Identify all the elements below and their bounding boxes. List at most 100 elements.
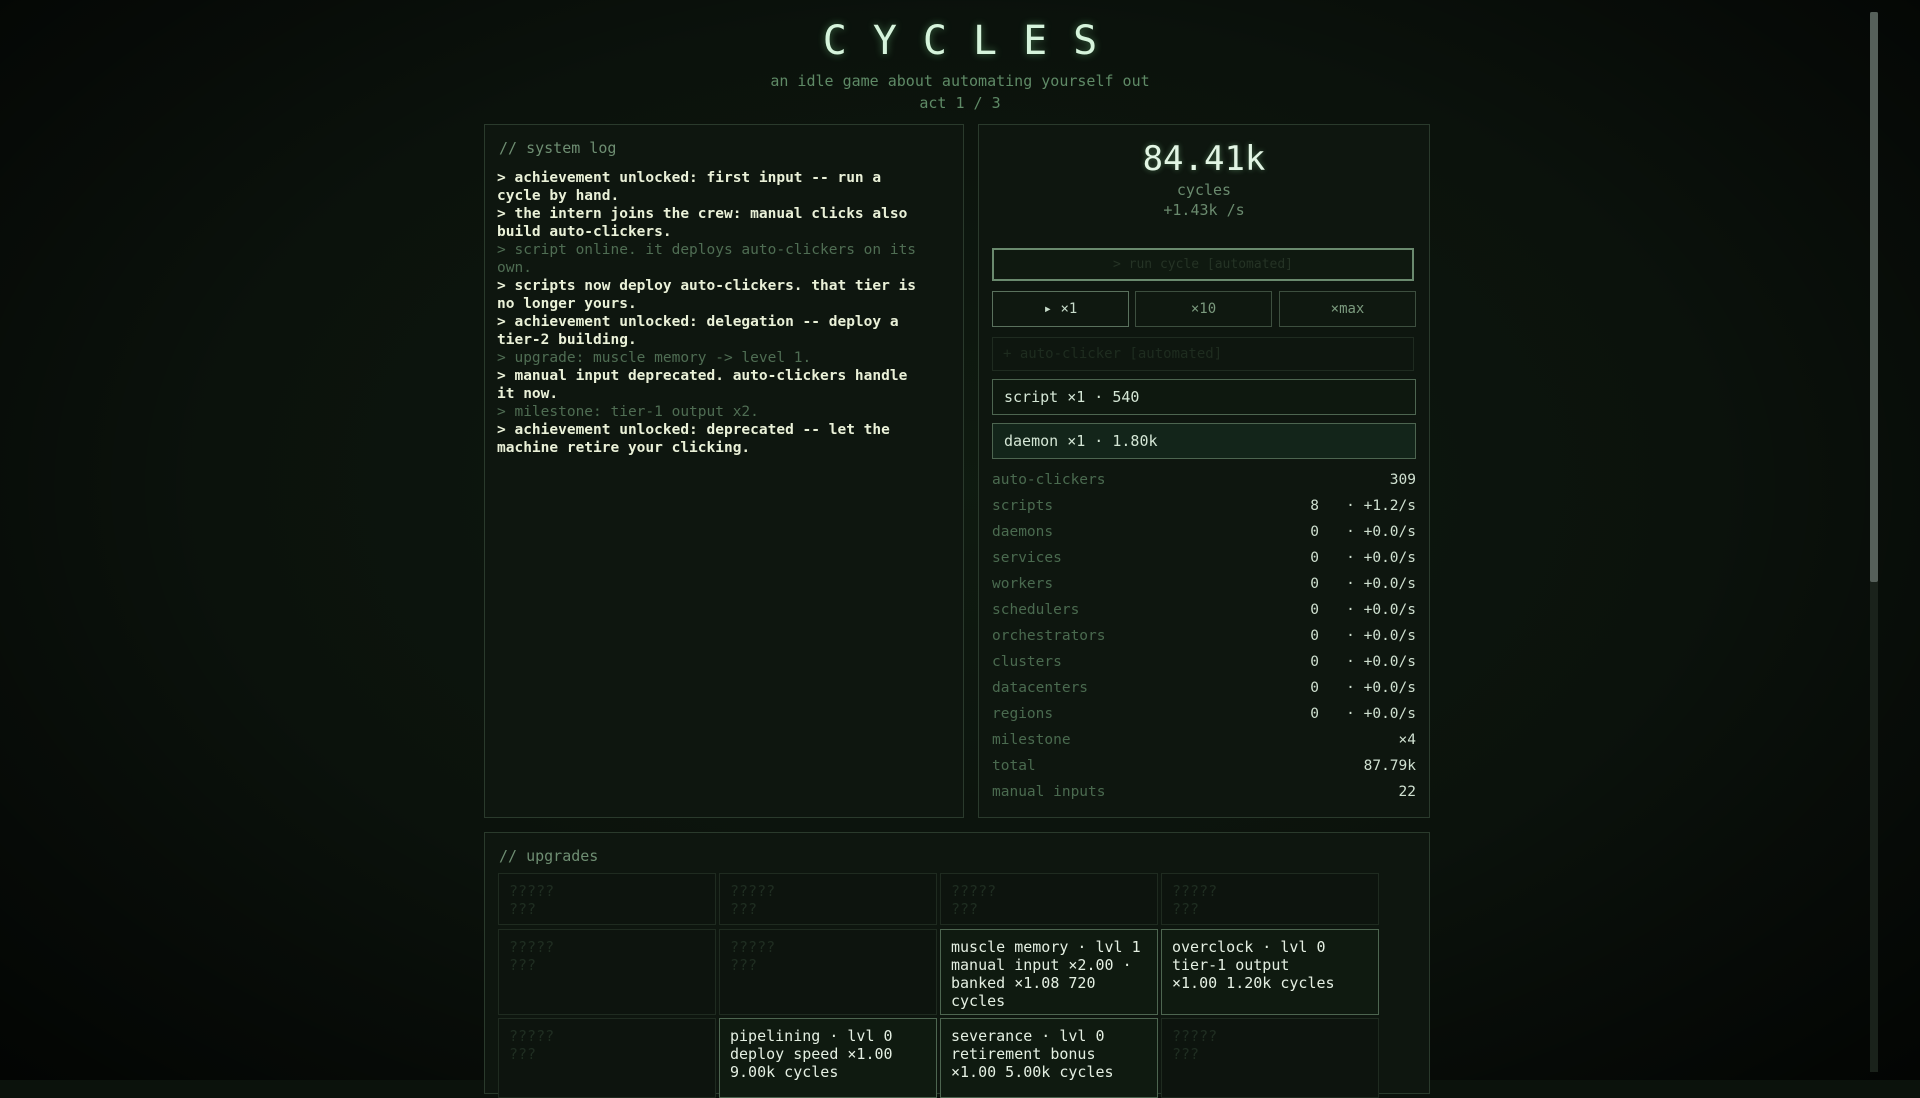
log-line: build auto-clickers. <box>497 224 672 240</box>
stat-name: orchestrators <box>992 628 1106 644</box>
cycles-rate: +1.43k /s <box>1163 201 1245 219</box>
game-header: CYCLES an idle game about automating you… <box>0 0 1920 112</box>
resource-stats-list: auto-clickers 309 scripts 8 · +1.2/s daemons 0… <box>992 469 1416 807</box>
upgrade-card-locked: ????? ??? <box>940 873 1158 925</box>
stat-row: services 0 · +0.0/s <box>992 547 1416 573</box>
stat-rate: · +0.0/s <box>1346 602 1416 618</box>
log-line: machine retire your clicking. <box>497 440 751 456</box>
stat-value: 22 <box>1398 784 1416 800</box>
upgrade-card-locked: ????? ??? <box>1161 873 1379 925</box>
upgrade-card[interactable]: severance · lvl 0 retirement bonus ×1.00… <box>940 1018 1158 1098</box>
upgrades-title: // upgrades <box>499 847 599 865</box>
stat-count: 0 <box>1310 706 1319 722</box>
upgrade-card-text: ????? ??? <box>509 1027 555 1063</box>
multiplier-x10-button[interactable]: ×10 <box>1135 291 1272 327</box>
upgrade-card-text: severance · lvl 0 retirement bonus ×1.00… <box>951 1027 1114 1081</box>
stat-row: scripts 8 · +1.2/s <box>992 495 1416 521</box>
stat-row: datacenters 0 · +0.0/s <box>992 677 1416 703</box>
upgrade-card-locked: ????? ??? <box>719 873 937 925</box>
upgrade-card[interactable]: pipelining · lvl 0 deploy speed ×1.00 9.… <box>719 1018 937 1098</box>
log-line: > upgrade: muscle memory -> level 1. <box>497 350 812 366</box>
cycles-counter: 84.41k <box>1142 139 1266 179</box>
run-cycle-button[interactable]: > run cycle [automated] <box>992 248 1414 281</box>
stat-count: 8 <box>1310 498 1319 514</box>
stat-name: workers <box>992 576 1054 592</box>
stat-value: ×4 <box>1398 732 1416 748</box>
stat-name: auto-clickers <box>992 472 1106 488</box>
act-indicator: act 1 / 3 <box>919 94 1001 112</box>
buy-script-button[interactable]: script ×1 · 540 <box>992 379 1416 415</box>
upgrade-card-text: ????? ??? <box>730 882 776 918</box>
stat-rate: · +0.0/s <box>1346 550 1416 566</box>
log-line: tier-2 building. <box>497 332 637 348</box>
upgrade-card-text: overclock · lvl 0 tier-1 output ×1.00 1.… <box>1172 938 1335 992</box>
stat-value: 309 <box>1389 472 1416 488</box>
upgrade-card-text: ????? ??? <box>730 938 776 974</box>
stat-name: regions <box>992 706 1054 722</box>
stat-name: milestone <box>992 732 1071 748</box>
stat-rate: · +0.0/s <box>1346 654 1416 670</box>
stat-rate: · +0.0/s <box>1346 680 1416 696</box>
multiplier-xmax-button[interactable]: ×max <box>1279 291 1416 327</box>
stat-count: 0 <box>1310 576 1319 592</box>
stat-count: 0 <box>1310 550 1319 566</box>
log-line: > achievement unlocked: delegation -- de… <box>497 314 899 330</box>
stat-name: scripts <box>992 498 1054 514</box>
log-line: > script online. it deploys auto-clicker… <box>497 242 917 258</box>
log-line: > achievement unlocked: deprecated -- le… <box>497 422 890 438</box>
stat-row: manual inputs 22 <box>992 781 1416 807</box>
game-subtitle: an idle game about automating yourself o… <box>770 72 1150 90</box>
stat-count: 0 <box>1310 524 1319 540</box>
stat-name: datacenters <box>992 680 1089 696</box>
stat-name: daemons <box>992 524 1054 540</box>
buy-daemon-button[interactable]: daemon ×1 · 1.80k <box>992 423 1416 459</box>
system-log-panel: // system log > achievement unlocked: fi… <box>484 124 964 818</box>
system-log-lines: > achievement unlocked: first input -- r… <box>497 169 951 457</box>
stat-row: auto-clickers 309 <box>992 469 1416 495</box>
log-line: > manual input deprecated. auto-clickers… <box>497 368 908 384</box>
stat-row: workers 0 · +0.0/s <box>992 573 1416 599</box>
system-log-title: // system log <box>499 139 617 157</box>
upgrade-card[interactable]: muscle memory · lvl 1 manual input ×2.00… <box>940 929 1158 1015</box>
upgrade-card-locked: ????? ??? <box>498 929 716 1015</box>
stat-rate: · +0.0/s <box>1346 628 1416 644</box>
stat-name: clusters <box>992 654 1062 670</box>
stat-row: regions 0 · +0.0/s <box>992 703 1416 729</box>
upgrade-card-locked: ????? ??? <box>1161 1018 1379 1098</box>
log-line: own. <box>497 260 532 276</box>
log-line: no longer yours. <box>497 296 637 312</box>
upgrade-card-text: ????? ??? <box>509 938 555 974</box>
log-line: it now. <box>497 386 559 402</box>
stat-count: 0 <box>1310 654 1319 670</box>
upgrade-card-locked: ????? ??? <box>498 873 716 925</box>
stat-value: 87.79k <box>1363 758 1416 774</box>
upgrade-card[interactable]: overclock · lvl 0 tier-1 output ×1.00 1.… <box>1161 929 1379 1015</box>
buy-multiplier-group: ▸ ×1 ×10 ×max <box>992 291 1416 327</box>
stat-row: total 87.79k <box>992 755 1416 781</box>
stat-row: daemons 0 · +0.0/s <box>992 521 1416 547</box>
stat-name: services <box>992 550 1062 566</box>
log-line: cycle by hand. <box>497 188 620 204</box>
stat-count: 0 <box>1310 628 1319 644</box>
stat-rate: · +0.0/s <box>1346 576 1416 592</box>
upgrade-card-text: ????? ??? <box>1172 1027 1218 1063</box>
upgrade-card-text: ????? ??? <box>951 882 997 918</box>
upgrades-panel: // upgrades ????? ??? ????? ??? ????? ????… <box>484 832 1430 1098</box>
upgrade-card-text: ????? ??? <box>1172 882 1218 918</box>
buy-auto-clicker-button[interactable]: + auto-clicker [automated] <box>992 337 1414 371</box>
upgrade-card-text: pipelining · lvl 0 deploy speed ×1.00 9.… <box>730 1027 893 1081</box>
upgrade-card-locked: ????? ??? <box>719 929 937 1015</box>
multiplier-x1-button[interactable]: ▸ ×1 <box>992 291 1129 327</box>
log-line: > scripts now deploy auto-clickers. that… <box>497 278 917 294</box>
stat-rate: · +0.0/s <box>1346 706 1416 722</box>
stat-name: total <box>992 758 1036 774</box>
stat-name: manual inputs <box>992 784 1106 800</box>
cycles-label: cycles <box>1176 181 1232 199</box>
stat-rate: · +0.0/s <box>1346 524 1416 540</box>
stat-count: 0 <box>1310 602 1319 618</box>
stat-row: milestone ×4 <box>992 729 1416 755</box>
upgrade-card-text: muscle memory · lvl 1 manual input ×2.00… <box>951 938 1141 1010</box>
log-line: > achievement unlocked: first input -- r… <box>497 170 882 186</box>
page-scrollbar[interactable] <box>1870 12 1878 1072</box>
scrollbar-thumb[interactable] <box>1870 12 1878 582</box>
